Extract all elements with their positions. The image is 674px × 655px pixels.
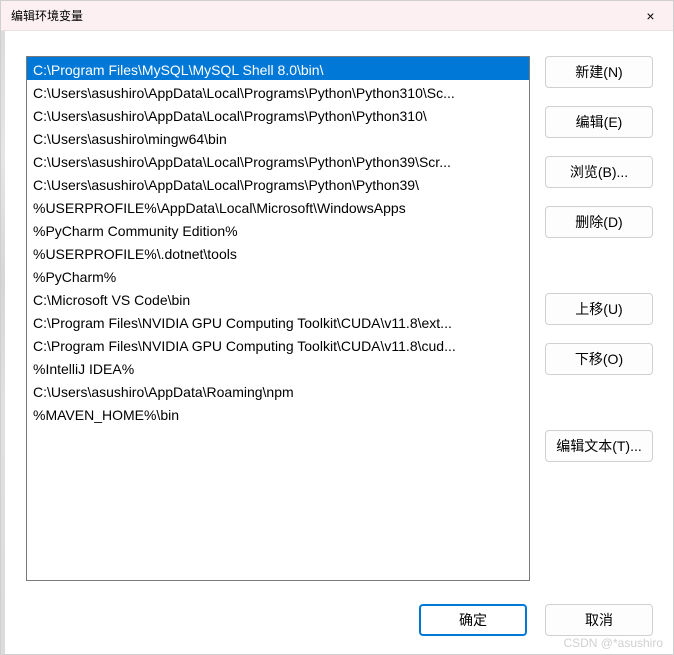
new-button[interactable]: 新建(N)	[545, 56, 653, 88]
list-item[interactable]: C:\Program Files\MySQL\MySQL Shell 8.0\b…	[27, 57, 529, 80]
close-button[interactable]: ×	[628, 1, 673, 31]
content-area: C:\Program Files\MySQL\MySQL Shell 8.0\b…	[1, 31, 673, 604]
list-item[interactable]: C:\Users\asushiro\AppData\Local\Programs…	[27, 80, 529, 103]
move-down-button[interactable]: 下移(O)	[545, 343, 653, 375]
list-item[interactable]: %PyCharm%	[27, 264, 529, 287]
list-item[interactable]: C:\Microsoft VS Code\bin	[27, 287, 529, 310]
list-item[interactable]: C:\Users\asushiro\mingw64\bin	[27, 126, 529, 149]
list-item[interactable]: C:\Users\asushiro\AppData\Local\Programs…	[27, 172, 529, 195]
list-item[interactable]: C:\Users\asushiro\AppData\Local\Programs…	[27, 149, 529, 172]
cancel-button[interactable]: 取消	[545, 604, 653, 636]
list-item[interactable]: %IntelliJ IDEA%	[27, 356, 529, 379]
browse-button[interactable]: 浏览(B)...	[545, 156, 653, 188]
list-item[interactable]: C:\Program Files\NVIDIA GPU Computing To…	[27, 333, 529, 356]
edit-text-button[interactable]: 编辑文本(T)...	[545, 430, 653, 462]
list-item[interactable]: %USERPROFILE%\.dotnet\tools	[27, 241, 529, 264]
ok-button[interactable]: 确定	[419, 604, 527, 636]
list-item[interactable]: C:\Users\asushiro\AppData\Roaming\npm	[27, 379, 529, 402]
env-var-dialog: 编辑环境变量 × C:\Program Files\MySQL\MySQL Sh…	[0, 0, 674, 655]
list-item[interactable]: %PyCharm Community Edition%	[27, 218, 529, 241]
list-item[interactable]: C:\Users\asushiro\AppData\Local\Programs…	[27, 103, 529, 126]
dialog-title: 编辑环境变量	[11, 7, 83, 24]
titlebar: 编辑环境变量 ×	[1, 1, 673, 31]
path-list[interactable]: C:\Program Files\MySQL\MySQL Shell 8.0\b…	[26, 56, 530, 581]
list-item[interactable]: C:\Program Files\NVIDIA GPU Computing To…	[27, 310, 529, 333]
move-up-button[interactable]: 上移(U)	[545, 293, 653, 325]
delete-button[interactable]: 删除(D)	[545, 206, 653, 238]
list-item[interactable]: %MAVEN_HOME%\bin	[27, 402, 529, 425]
edit-button[interactable]: 编辑(E)	[545, 106, 653, 138]
close-icon: ×	[646, 8, 654, 24]
bottom-bar: 确定 取消	[1, 604, 673, 654]
button-column: 新建(N) 编辑(E) 浏览(B)... 删除(D) 上移(U) 下移(O) 编…	[545, 56, 653, 589]
list-item[interactable]: %USERPROFILE%\AppData\Local\Microsoft\Wi…	[27, 195, 529, 218]
